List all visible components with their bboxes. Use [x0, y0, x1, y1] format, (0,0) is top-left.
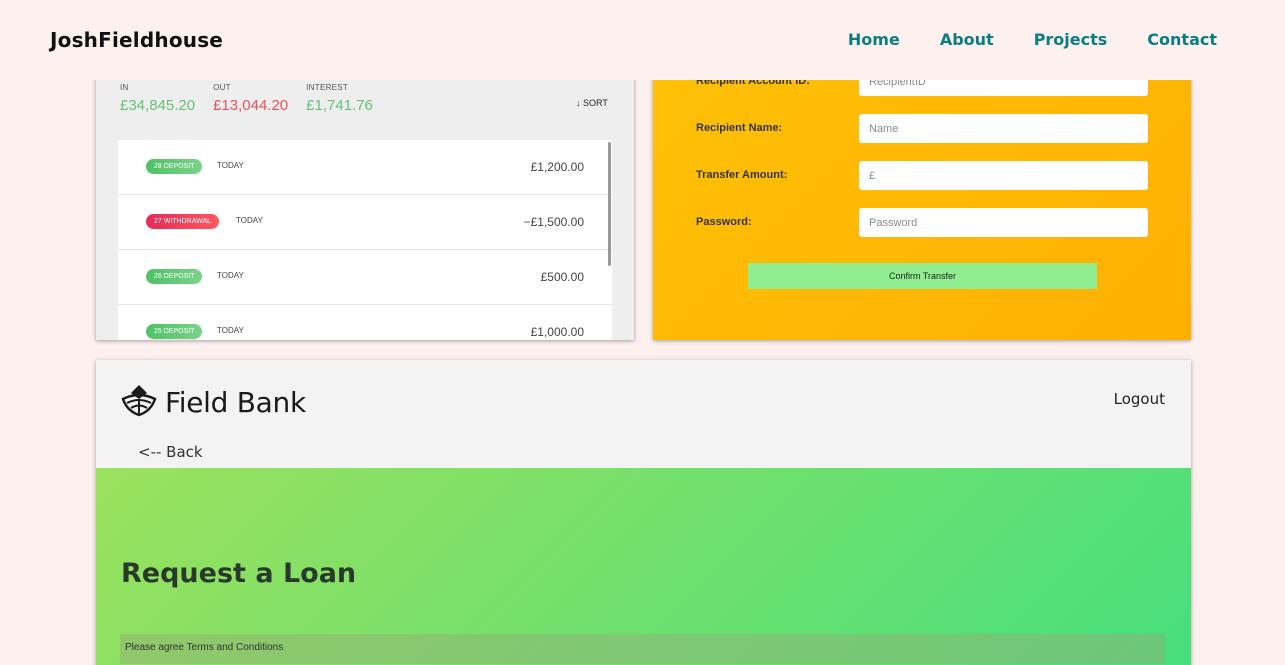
nav-about[interactable]: About	[940, 30, 994, 49]
movement-date: TODAY	[217, 326, 244, 335]
summary-out-label: OUT	[213, 83, 231, 92]
movement-type-badge: 27 WITHDRAWAL	[146, 214, 220, 229]
back-link[interactable]: <-- Back	[138, 443, 203, 461]
loan-title: Request a Loan	[121, 558, 357, 589]
transfer-amount-input[interactable]	[859, 161, 1148, 190]
summary-interest-value: £1,741.76	[306, 97, 373, 114]
recipient-name-input[interactable]	[859, 114, 1148, 143]
summary-interest: INTEREST £1,741.76	[306, 83, 373, 114]
nav-home[interactable]: Home	[848, 30, 900, 49]
movements-scrollbar[interactable]	[608, 142, 611, 266]
password-row: Password:	[696, 208, 1148, 238]
movement-date: TODAY	[236, 216, 263, 225]
summary-out-value: £13,044.20	[213, 97, 289, 114]
transfer-amount-label: Transfer Amount:	[696, 169, 788, 181]
summary-in-label: IN	[120, 83, 129, 92]
movement-date: TODAY	[217, 271, 244, 280]
movements-panel: IN £34,845.20 OUT £13,044.20 INTEREST £1…	[96, 40, 634, 340]
movement-date: TODAY	[217, 161, 244, 170]
password-input[interactable]	[859, 208, 1148, 237]
movement-type-badge: 25 DEPOSIT	[146, 324, 203, 339]
bank-logo-text: Field Bank	[165, 385, 306, 419]
site-nav: Home About Projects Contact	[848, 30, 1217, 49]
movement-value: £500.00	[540, 270, 584, 284]
summary-in-value: £34,845.20	[120, 97, 196, 114]
balance-summary: IN £34,845.20 OUT £13,044.20 INTEREST £1…	[120, 83, 373, 114]
site-brand[interactable]: JoshFieldhouse	[50, 28, 223, 52]
movement-type-badge: 28 DEPOSIT	[146, 159, 203, 174]
password-label: Password:	[696, 216, 752, 228]
movement-row: 27 WITHDRAWAL TODAY −£1,500.00	[118, 195, 612, 250]
recipient-name-label: Recipient Name:	[696, 122, 783, 134]
bank-logo-icon	[121, 383, 157, 421]
movement-row: 26 DEPOSIT TODAY £500.00	[118, 250, 612, 305]
confirm-transfer-button[interactable]: Confirm Transfer	[748, 263, 1097, 289]
terms-checkbox-row[interactable]: Please agree Terms and Conditions	[120, 634, 1165, 664]
sort-button[interactable]: ↓ SORT	[576, 98, 608, 108]
transfer-amount-row: Transfer Amount:	[696, 161, 1148, 191]
movement-row: 28 DEPOSIT TODAY £1,200.00	[118, 140, 612, 195]
transfer-panel: Recipient Account ID: Recipient Name: Tr…	[653, 40, 1191, 340]
site-header: JoshFieldhouse Home About Projects Conta…	[0, 0, 1285, 80]
movement-value: £1,000.00	[530, 325, 584, 339]
movement-row: 25 DEPOSIT TODAY £1,000.00	[118, 305, 612, 340]
bank-logo[interactable]: Field Bank	[121, 383, 306, 421]
nav-contact[interactable]: Contact	[1147, 30, 1217, 49]
movement-value: −£1,500.00	[523, 215, 584, 229]
summary-interest-label: INTEREST	[306, 83, 349, 92]
movement-type-badge: 26 DEPOSIT	[146, 269, 203, 284]
recipient-name-row: Recipient Name:	[696, 114, 1148, 144]
loan-form-area: Request a Loan Please agree Terms and Co…	[96, 468, 1191, 665]
summary-in: IN £34,845.20	[120, 83, 195, 114]
nav-projects[interactable]: Projects	[1034, 30, 1108, 49]
loan-panel: Field Bank Logout <-- Back Request a Loa…	[96, 360, 1191, 665]
movements-list: 28 DEPOSIT TODAY £1,200.00 27 WITHDRAWAL…	[118, 140, 612, 340]
logout-button[interactable]: Logout	[1114, 390, 1165, 408]
movement-value: £1,200.00	[530, 160, 584, 174]
summary-out: OUT £13,044.20	[213, 83, 288, 114]
